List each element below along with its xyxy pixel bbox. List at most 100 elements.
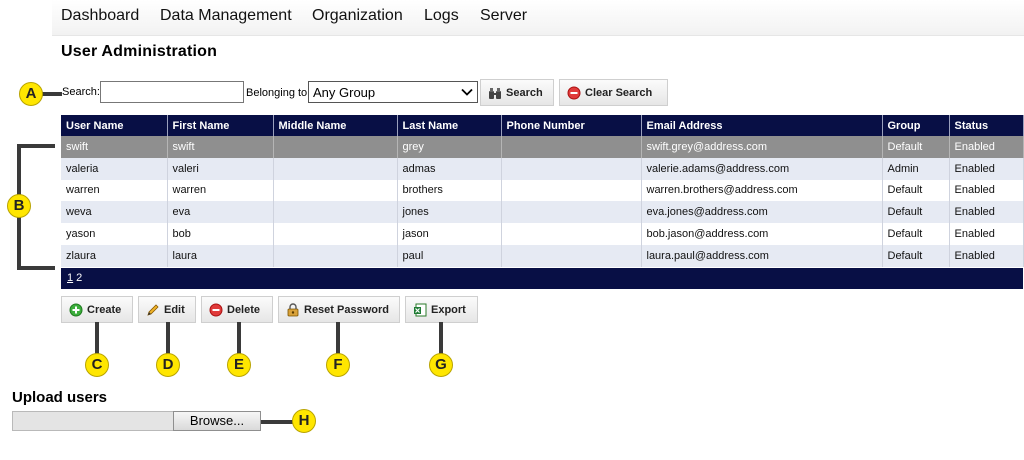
column-header-middle-name[interactable]: Middle Name [273, 115, 398, 136]
cell-first-name: bob [167, 223, 274, 245]
callout-d-leader [166, 322, 170, 354]
edit-button-label: Edit [164, 303, 185, 316]
search-button-label: Search [506, 86, 543, 99]
callout-d: D [156, 353, 180, 377]
page-link-1[interactable]: 1 [67, 272, 73, 284]
column-header-user-name[interactable]: User Name [61, 115, 168, 136]
callout-e: E [227, 353, 251, 377]
cell-middle-name [273, 136, 398, 158]
nav-item-data-management[interactable]: Data Management [160, 7, 292, 25]
column-header-group[interactable]: Group [882, 115, 950, 136]
column-header-status[interactable]: Status [949, 115, 1024, 136]
cell-group: Default [882, 179, 950, 202]
edit-button[interactable]: Edit [138, 296, 196, 323]
export-button[interactable]: Export [405, 296, 478, 323]
cell-user-name: weva [61, 201, 168, 224]
cell-middle-name [273, 244, 398, 267]
cell-group: Admin [882, 157, 950, 180]
page-link-2[interactable]: 2 [76, 272, 82, 284]
cell-phone-number [501, 136, 642, 158]
cell-user-name: warren [61, 179, 168, 202]
users-table: User Name First Name Middle Name Last Na… [61, 115, 1024, 267]
callout-a: A [19, 82, 43, 106]
table-row[interactable]: weva eva jones eva.jones@address.com Default… [61, 201, 1024, 224]
cell-middle-name [273, 223, 398, 245]
cell-status: Enabled [949, 179, 1024, 202]
export-button-label: Export [431, 303, 466, 316]
callout-g: G [429, 353, 453, 377]
callout-g-leader [439, 322, 443, 354]
cell-middle-name [273, 179, 398, 202]
cell-last-name: grey [397, 136, 502, 158]
cell-status: Enabled [949, 244, 1024, 267]
cell-last-name: brothers [397, 179, 502, 202]
reset-password-button[interactable]: Reset Password [278, 296, 400, 323]
callout-f: F [326, 353, 350, 377]
table-body: swift swift grey swift.grey@address.com Defa… [61, 136, 1024, 267]
cell-user-name: swift [61, 136, 168, 158]
pagination: 12 [61, 268, 1023, 289]
nav-item-logs[interactable]: Logs [424, 7, 459, 25]
callout-f-leader [336, 322, 340, 354]
cell-last-name: admas [397, 157, 502, 180]
cell-first-name: laura [167, 244, 274, 267]
search-input[interactable] [100, 81, 244, 103]
table-header-row: User Name First Name Middle Name Last Na… [61, 115, 1024, 136]
cell-status: Enabled [949, 136, 1024, 158]
column-header-first-name[interactable]: First Name [167, 115, 274, 136]
table-row[interactable]: warren warren brothers warren.brothers@addr… [61, 179, 1024, 202]
upload-file-path[interactable] [12, 411, 174, 431]
upload-users-title: Upload users [12, 389, 108, 406]
column-header-last-name[interactable]: Last Name [397, 115, 502, 136]
red-minus-circle-icon [567, 86, 581, 99]
cell-email-address: valerie.adams@address.com [641, 157, 883, 180]
excel-icon [414, 303, 427, 316]
table-row[interactable]: yason bob jason bob.jason@address.com Defaul… [61, 223, 1024, 245]
search-button[interactable]: Search [480, 79, 554, 106]
group-select-value: Any Group [313, 85, 376, 100]
create-button-label: Create [87, 303, 122, 316]
nav-item-organization[interactable]: Organization [312, 7, 403, 25]
callout-c-leader [95, 322, 99, 354]
group-select[interactable]: Any Group [308, 81, 478, 103]
cell-group: Default [882, 244, 950, 267]
nav-item-dashboard[interactable]: Dashboard [61, 7, 139, 25]
cell-user-name: valeria [61, 157, 168, 180]
callout-b-bracket-bottom [17, 266, 55, 270]
belonging-to-label: Belonging to [246, 87, 308, 99]
callout-h: H [292, 409, 316, 433]
browse-button[interactable]: Browse... [173, 411, 261, 431]
column-header-email-address[interactable]: Email Address [641, 115, 883, 136]
callout-e-leader [237, 322, 241, 354]
callout-b: B [7, 194, 31, 218]
cell-email-address: bob.jason@address.com [641, 223, 883, 245]
column-header-phone-number[interactable]: Phone Number [501, 115, 642, 136]
create-button[interactable]: Create [61, 296, 133, 323]
reset-password-button-label: Reset Password [304, 303, 389, 316]
table-row[interactable]: valeria valeri admas valerie.adams@address.… [61, 157, 1024, 180]
callout-a-leader [42, 92, 62, 96]
page-title: User Administration [61, 43, 218, 60]
callout-b-bracket-top [17, 144, 55, 148]
cell-last-name: jason [397, 223, 502, 245]
key-lock-icon [287, 302, 299, 316]
chevron-down-icon [461, 88, 473, 96]
cell-first-name: swift [167, 136, 274, 158]
cell-middle-name [273, 157, 398, 180]
cell-status: Enabled [949, 223, 1024, 245]
cell-email-address: laura.paul@address.com [641, 244, 883, 267]
cell-group: Default [882, 201, 950, 224]
red-minus-circle-icon [209, 303, 223, 316]
cell-phone-number [501, 201, 642, 224]
cell-first-name: warren [167, 179, 274, 202]
table-row[interactable]: zlaura laura paul laura.paul@address.com Def… [61, 244, 1024, 267]
callout-c: C [85, 353, 109, 377]
clear-search-button[interactable]: Clear Search [559, 79, 668, 106]
table-row[interactable]: swift swift grey swift.grey@address.com Defa… [61, 136, 1024, 158]
nav-item-server[interactable]: Server [480, 7, 527, 25]
cell-last-name: paul [397, 244, 502, 267]
cell-email-address: swift.grey@address.com [641, 136, 883, 158]
pencil-icon [147, 303, 159, 316]
delete-button[interactable]: Delete [201, 296, 273, 323]
cell-user-name: zlaura [61, 244, 168, 267]
